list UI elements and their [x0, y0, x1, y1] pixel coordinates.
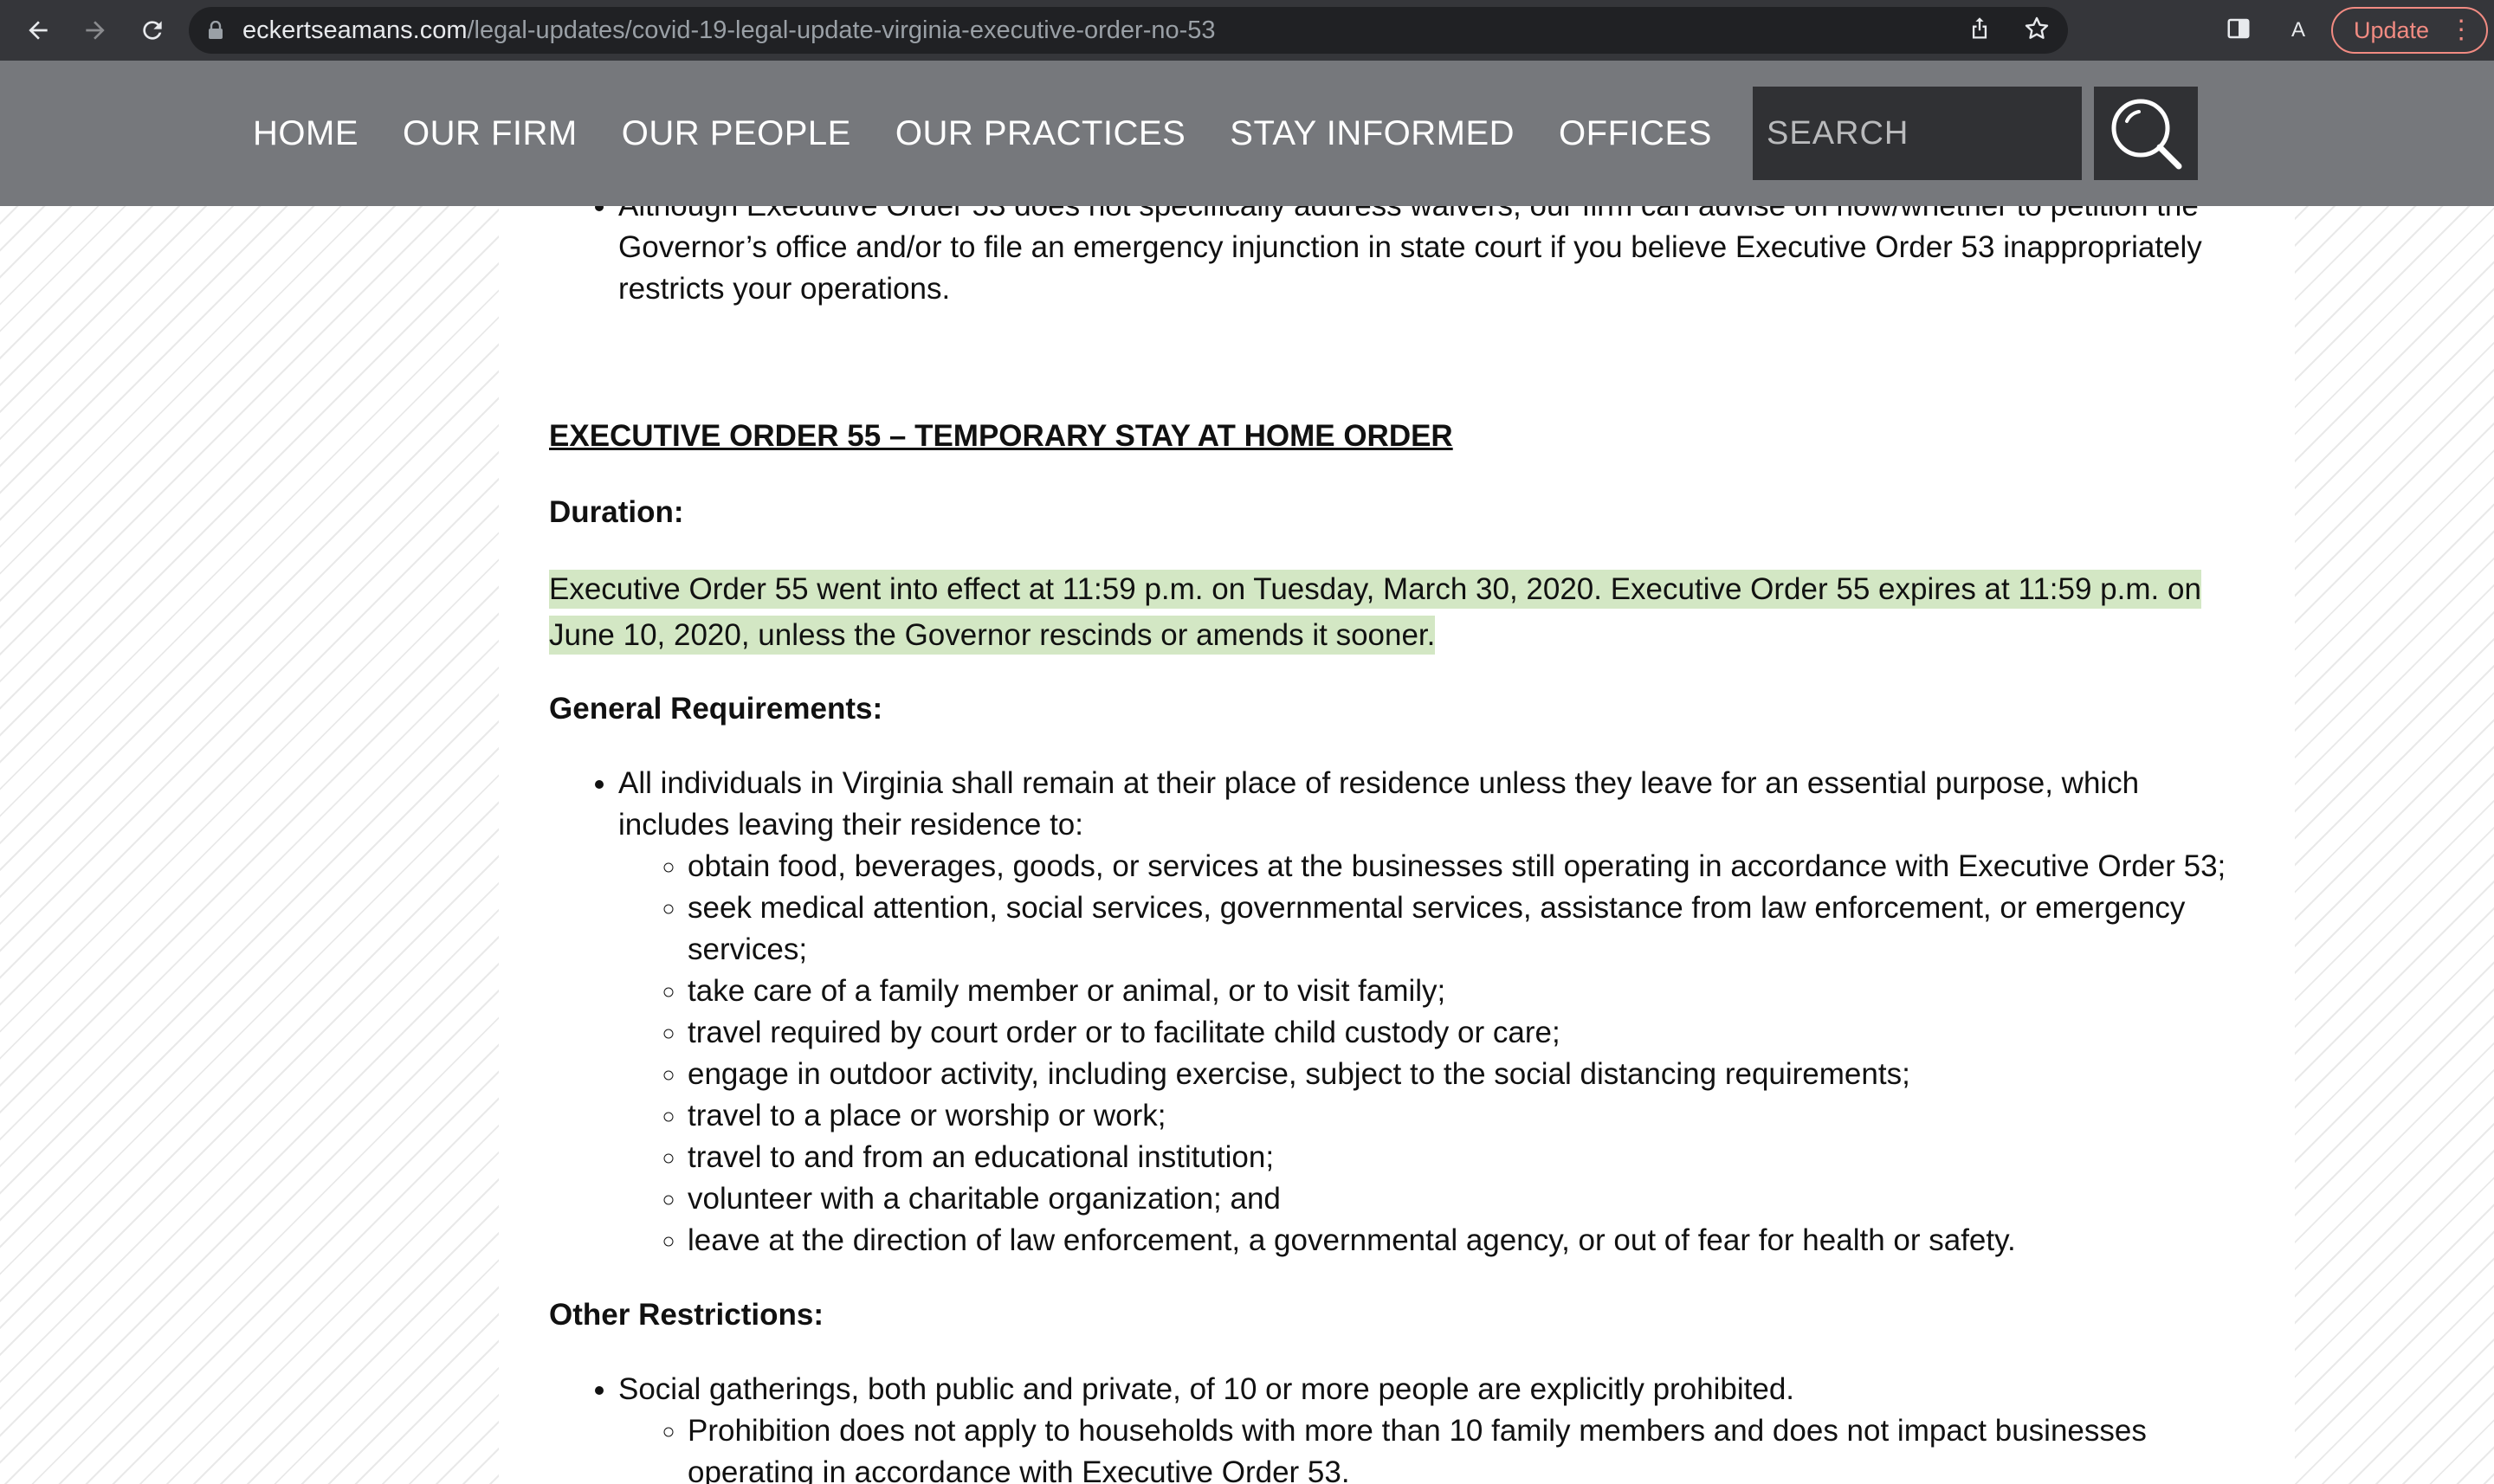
list-item: engage in outdoor activity, including ex…	[688, 1054, 2246, 1095]
forward-button[interactable]	[74, 10, 116, 51]
menu-item-our-firm[interactable]: OUR FIRM	[403, 114, 578, 153]
menu-item-offices[interactable]: OFFICES	[1559, 114, 1712, 153]
arrow-right-icon	[86, 21, 105, 40]
url-domain: eckertseamans.com	[242, 16, 468, 44]
search-icon	[2111, 99, 2182, 170]
update-label: Update	[2354, 16, 2430, 43]
reload-button[interactable]	[132, 10, 173, 51]
other-list: Social gatherings, both public and priva…	[549, 1369, 2246, 1484]
search-button[interactable]	[2094, 87, 2198, 180]
list-item: obtain food, beverages, goods, or servic…	[688, 846, 2246, 887]
search-input[interactable]: SEARCH	[1753, 87, 2082, 180]
menu-item-our-people[interactable]: OUR PEOPLE	[622, 114, 851, 153]
share-icon[interactable]	[1967, 16, 1992, 46]
arrow-left-icon	[29, 21, 48, 40]
duration-text: Executive Order 55 went into effect at 1…	[549, 570, 2201, 655]
update-button[interactable]: Update ⋮	[2331, 7, 2489, 54]
url-text: eckertseamans.com/legal-updates/covid-19…	[242, 16, 1216, 45]
bookmark-star-icon[interactable]	[2023, 15, 2051, 47]
duration-label: Duration:	[549, 495, 684, 529]
article-body: Although Executive Order 53 does not spe…	[549, 173, 2246, 1484]
list-item: volunteer with a charitable organization…	[688, 1178, 2246, 1220]
list-item: travel to a place or worship or work;	[688, 1095, 2246, 1137]
general-list: All individuals in Virginia shall remain…	[549, 763, 2246, 1261]
general-bullet-text: All individuals in Virginia shall remain…	[618, 766, 2140, 842]
url-path: /legal-updates/covid-19-legal-update-vir…	[467, 16, 1216, 44]
side-panel-icon[interactable]	[2226, 16, 2252, 46]
menu-item-our-practices[interactable]: OUR PRACTICES	[895, 114, 1186, 153]
duration-paragraph: Executive Order 55 went into effect at 1…	[549, 566, 2246, 658]
list-item: leave at the direction of law enforcemen…	[688, 1220, 2246, 1261]
lock-icon	[208, 21, 223, 40]
general-requirements-label: General Requirements:	[549, 692, 883, 726]
section-heading: EXECUTIVE ORDER 55 – TEMPORARY STAY AT H…	[549, 419, 1453, 453]
menu-item-home[interactable]: HOME	[253, 114, 359, 153]
menu-item-stay-informed[interactable]: STAY INFORMED	[1230, 114, 1515, 153]
other-restrictions-label: Other Restrictions:	[549, 1298, 824, 1332]
more-vertical-icon: ⋮	[2448, 16, 2474, 44]
browser-window: eckertseamans.com/legal-updates/covid-19…	[0, 0, 2494, 1484]
list-item: Prohibition does not apply to households…	[688, 1410, 2246, 1484]
browser-toolbar: eckertseamans.com/legal-updates/covid-19…	[0, 0, 2494, 61]
list-item: take care of a family member or animal, …	[688, 971, 2246, 1012]
reload-icon	[143, 21, 162, 40]
general-sub-list: obtain food, beverages, goods, or servic…	[618, 846, 2246, 1261]
list-item: travel required by court order or to fac…	[688, 1012, 2246, 1054]
site-header: HOME OUR FIRM OUR PEOPLE OUR PRACTICES S…	[0, 61, 2494, 206]
profile-avatar[interactable]: A	[2281, 13, 2316, 48]
list-item: seek medical attention, social services,…	[688, 887, 2246, 971]
other-sub-list: Prohibition does not apply to households…	[618, 1410, 2246, 1484]
list-item: travel to and from an educational instit…	[688, 1137, 2246, 1178]
other-bullet-text: Social gatherings, both public and priva…	[618, 1372, 1795, 1406]
list-item: Social gatherings, both public and priva…	[618, 1369, 2246, 1484]
list-item: All individuals in Virginia shall remain…	[618, 763, 2246, 1261]
main-menu: HOME OUR FIRM OUR PEOPLE OUR PRACTICES S…	[253, 61, 1756, 206]
address-bar[interactable]: eckertseamans.com/legal-updates/covid-19…	[189, 7, 2068, 54]
back-button[interactable]	[17, 10, 59, 51]
